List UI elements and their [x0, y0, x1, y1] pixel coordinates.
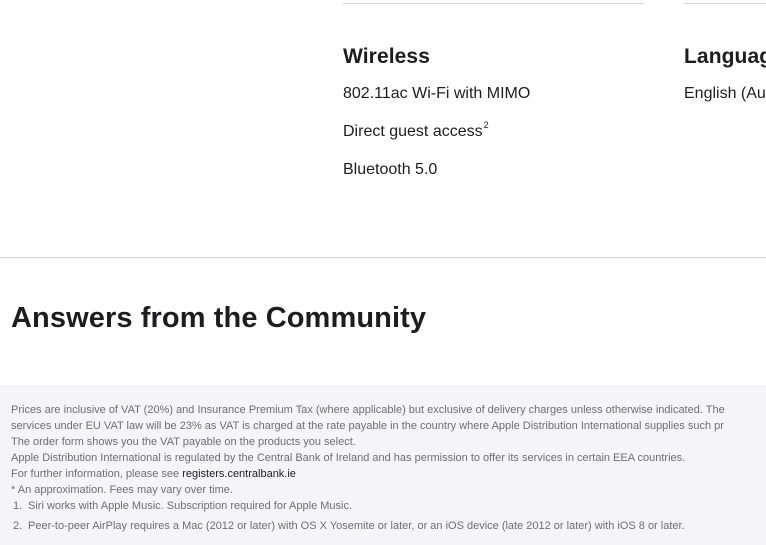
spec-item: English (Au	[684, 84, 766, 104]
footnote-number: 1.	[13, 500, 23, 512]
spec-item-text: 802.11ac Wi-Fi with MIMO	[343, 85, 531, 102]
vat-notice-line: Prices are inclusive of VAT (20%) and In…	[11, 404, 725, 416]
legal-footer: Prices are inclusive of VAT (20%) and In…	[0, 385, 766, 545]
approximation-note: * An approximation. Fees may vary over t…	[11, 484, 233, 496]
section-divider	[0, 257, 766, 258]
footnote-item: 2. Peer-to-peer AirPlay requires a Mac (…	[11, 518, 766, 534]
spec-column-divider	[684, 3, 766, 4]
spec-item-text: Bluetooth 5.0	[343, 161, 438, 178]
spec-item-text: English (Au	[684, 85, 766, 102]
spec-column-divider	[343, 3, 644, 4]
footnote-item: 1. Siri works with Apple Music. Subscrip…	[11, 498, 766, 514]
further-info-text: For further information, please see	[11, 468, 183, 480]
vat-notice-line: services under EU VAT law will be 23% as…	[11, 420, 724, 432]
tech-specs-section: Wireless 802.11ac Wi-Fi with MIMO Direct…	[0, 0, 766, 257]
spec-column-wireless: Wireless 802.11ac Wi-Fi with MIMO Direct…	[343, 44, 653, 198]
regulation-notice: Apple Distribution International is regu…	[11, 452, 686, 464]
spec-item: Bluetooth 5.0	[343, 160, 653, 180]
central-bank-link[interactable]: registers.centralbank.ie	[182, 468, 296, 480]
further-info-line: For further information, please see regi…	[11, 466, 766, 482]
footnote-text: Peer-to-peer AirPlay requires a Mac (201…	[28, 520, 685, 532]
spec-column-language: Languag English (Au	[684, 44, 766, 122]
footer-content: Prices are inclusive of VAT (20%) and In…	[11, 402, 766, 534]
footnote-number: 2.	[13, 520, 23, 532]
page: Wireless 802.11ac Wi-Fi with MIMO Direct…	[0, 0, 766, 545]
footnote-marker[interactable]: 2	[484, 120, 489, 130]
spec-item: Direct guest access2	[343, 120, 653, 142]
footnote-text: Siri works with Apple Music. Subscriptio…	[28, 500, 353, 512]
spec-item: 802.11ac Wi-Fi with MIMO	[343, 84, 653, 104]
spec-item-text: Direct guest access	[343, 123, 483, 140]
community-heading: Answers from the Community	[11, 302, 427, 334]
order-form-notice: The order form shows you the VAT payable…	[11, 436, 356, 448]
spec-heading-language: Languag	[684, 45, 766, 68]
spec-heading-wireless: Wireless	[343, 45, 430, 68]
